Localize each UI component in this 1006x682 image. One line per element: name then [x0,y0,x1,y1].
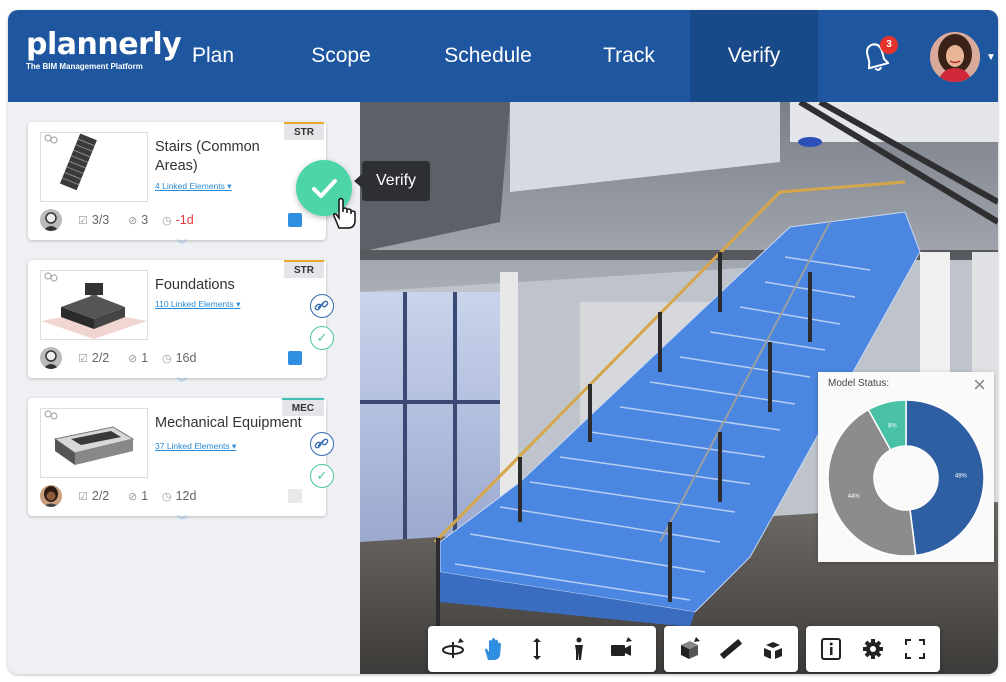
chevron-down-icon[interactable]: ▼ [986,52,996,63]
tasks-count: ☑ 2/2 [78,351,110,365]
app-window: plannerly The BIM Management Platform Pl… [8,10,998,674]
notification-badge: 3 [880,36,898,54]
donut-segment [905,399,985,557]
sync-toggle-icon[interactable] [288,351,302,365]
tasks-count: ☑ 2/2 [78,489,110,503]
assignee-avatar[interactable] [40,347,62,369]
fullscreen-icon[interactable] [902,636,928,662]
link-chain-icon [44,410,58,420]
checkbox-icon: ☑ [78,491,88,503]
ruler-measure-icon[interactable] [718,636,744,662]
card-title: Mechanical Equipment [155,415,302,431]
navigation-toolbar [428,626,656,672]
logo[interactable]: plannerly The BIM Management Platform [26,27,182,72]
gear-icon[interactable] [860,636,886,662]
task-card-foundations[interactable]: STR Foundations 110 Linked Elements ▾ ✓ [28,260,334,389]
clock-icon: ◷ [162,491,172,503]
nav-track[interactable]: Track [584,10,674,102]
verify-check-icon[interactable]: ✓ [310,464,334,488]
card-stats: ☑ 3/3 ⊘ 3 ◷ -1d [40,209,310,233]
linked-elements-link[interactable]: 110 Linked Elements ▾ [155,299,240,310]
expand-chevron-icon[interactable]: ︾ [175,236,189,251]
assignee-avatar[interactable] [40,485,62,507]
attachments-count: ⊘ 1 [128,351,149,365]
due-date: ◷ -1d [162,213,194,227]
sync-toggle-icon[interactable] [288,489,302,503]
discipline-tag: STR [284,260,324,278]
checkbox-icon: ☑ [78,353,88,365]
top-nav-bar: plannerly The BIM Management Platform Pl… [8,10,998,102]
donut-segment-label: 48% [955,474,968,480]
clock-icon: ◷ [162,353,172,365]
logo-wordmark: plannerly [26,27,182,62]
verify-tooltip: Verify [353,161,431,201]
model-status-donut-chart: 48% 44% 8% [827,399,985,557]
nav-schedule[interactable]: Schedule [428,10,548,102]
card-stats: ☑ 2/2 ⊘ 1 ◷ 12d [40,485,310,509]
add-link-icon[interactable] [310,294,334,318]
info-icon[interactable] [818,636,844,662]
model-viewport[interactable]: Model Status: × 48% 44% 8% [360,102,998,674]
section-box-icon[interactable] [676,636,702,662]
checkbox-icon: ☑ [78,215,88,227]
measure-toolbar [664,626,798,672]
assignee-avatar[interactable] [40,209,62,231]
card-stats: ☑ 2/2 ⊘ 1 ◷ 16d [40,347,310,371]
link-chain-icon [44,272,58,282]
tasks-count: ☑ 3/3 [78,213,110,227]
expand-chevron-icon[interactable]: ︾ [175,374,189,389]
user-avatar[interactable] [930,32,980,82]
model-status-title: Model Status: [828,378,890,389]
nav-scope[interactable]: Scope [296,10,386,102]
camera-icon[interactable] [608,636,634,662]
nav-plan[interactable]: Plan [168,10,258,102]
clock-icon: ◷ [162,215,172,227]
orbit-icon[interactable] [440,636,466,662]
nav-verify[interactable]: Verify [690,10,818,102]
paperclip-icon: ⊘ [128,353,138,365]
expand-chevron-icon[interactable]: ︾ [175,512,189,527]
close-icon[interactable]: × [973,372,986,398]
paperclip-icon: ⊘ [128,491,138,503]
card-title: Stairs (Common Areas) [155,139,260,174]
verify-check-icon[interactable]: ✓ [310,326,334,350]
linked-elements-link[interactable]: 4 Linked Elements ▾ [155,181,232,192]
discipline-tag: STR [284,122,324,140]
paperclip-icon: ⊘ [128,215,138,227]
due-date: ◷ 12d [162,489,197,503]
donut-segment-label: 44% [848,494,861,500]
card-title: Foundations [155,277,235,293]
link-chain-icon [44,134,58,144]
due-date: ◷ 16d [162,351,197,365]
task-card-stairs[interactable]: STR Stairs (Common Areas) 4 Linked Eleme… [28,122,326,251]
hand-pointer-cursor-icon [333,197,356,229]
explode-cube-icon[interactable] [760,636,786,662]
model-status-panel: Model Status: × 48% 44% 8% [818,372,994,562]
add-link-icon[interactable] [310,432,334,456]
zoom-vertical-icon[interactable] [524,636,550,662]
logo-tagline: The BIM Management Platform [26,62,143,71]
linked-elements-link[interactable]: 37 Linked Elements ▾ [155,441,236,452]
donut-segment-label: 8% [888,424,897,430]
pan-hand-icon[interactable] [480,636,506,662]
attachments-count: ⊘ 3 [128,213,149,227]
task-card-mechanical-equipment[interactable]: MEC Mechanical Equipment 37 Linked Eleme… [28,398,334,527]
walk-person-icon[interactable] [566,636,592,662]
settings-toolbar [806,626,940,672]
attachments-count: ⊘ 1 [128,489,149,503]
